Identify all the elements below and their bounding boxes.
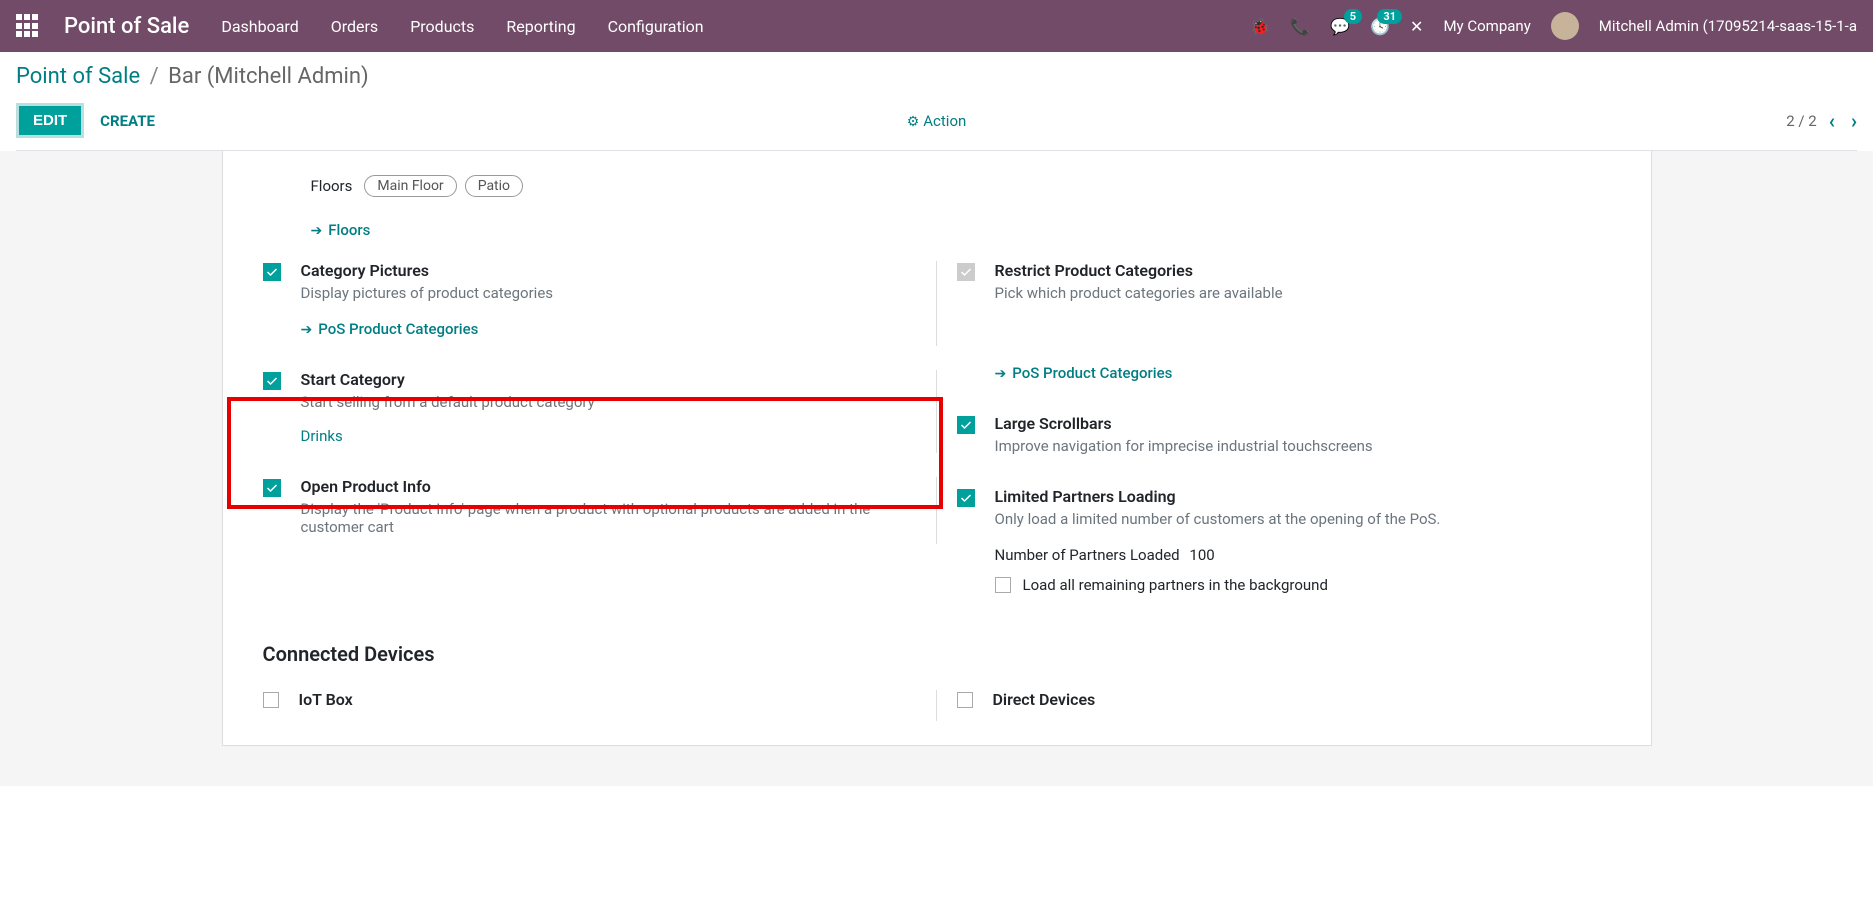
checkbox-restrict-categories [957, 263, 975, 281]
checkbox-limited-partners[interactable] [957, 489, 975, 507]
breadcrumb-current: Bar (Mitchell Admin) [168, 64, 369, 89]
setting-desc: Improve navigation for imprecise industr… [995, 437, 1611, 455]
settings-right-col: Restrict Product Categories Pick which p… [937, 249, 1611, 614]
floors-label: Floors [311, 177, 353, 195]
gear-icon [907, 112, 920, 130]
setting-limited-partners: Limited Partners Loading Only load a lim… [957, 475, 1611, 614]
breadcrumb-sep: / [150, 64, 159, 89]
nav-orders[interactable]: Orders [331, 17, 378, 36]
arrow-right-icon [311, 221, 323, 239]
floors-row: Floors Main Floor Patio [263, 175, 1611, 197]
tools-icon[interactable]: ✕ [1410, 17, 1423, 36]
messages-badge: 5 [1344, 9, 1362, 24]
floors-link[interactable]: Floors [311, 221, 371, 239]
breadcrumb-root[interactable]: Point of Sale [16, 64, 140, 89]
control-panel: Point of Sale / Bar (Mitchell Admin) EDI… [0, 52, 1873, 151]
arrow-right-icon [301, 320, 313, 338]
link-pos-categories-right[interactable]: PoS Product Categories [995, 364, 1173, 382]
app-brand[interactable]: Point of Sale [64, 14, 189, 39]
setting-title: Restrict Product Categories [995, 261, 1611, 280]
section-connected-devices: Connected Devices [263, 642, 1611, 666]
setting-desc: Pick which product categories are availa… [995, 284, 1611, 302]
apps-icon[interactable] [16, 14, 40, 38]
nav-links: Dashboard Orders Products Reporting Conf… [221, 17, 1250, 36]
action-dropdown[interactable]: Action [907, 112, 967, 130]
checkbox-large-scrollbars[interactable] [957, 416, 975, 434]
pager-next[interactable]: › [1851, 109, 1857, 133]
nav-reporting[interactable]: Reporting [506, 17, 575, 36]
main-navbar: Point of Sale Dashboard Orders Products … [0, 0, 1873, 52]
activities-badge: 31 [1377, 9, 1402, 24]
setting-title: Limited Partners Loading [995, 487, 1611, 506]
form-sheet: Floors Main Floor Patio Floors Category … [222, 151, 1652, 746]
setting-iot-box: IoT Box [263, 678, 937, 721]
nav-right: 🐞 📞 💬5 🕓31 ✕ My Company Mitchell Admin (… [1250, 12, 1857, 40]
setting-large-scrollbars: Large Scrollbars Improve navigation for … [957, 402, 1611, 475]
load-background-label: Load all remaining partners in the backg… [1023, 576, 1328, 594]
setting-category-pictures: Category Pictures Display pictures of pr… [263, 249, 937, 358]
checkbox-load-background[interactable] [995, 577, 1011, 593]
checkbox-start-category[interactable] [263, 372, 281, 390]
setting-restrict-categories: Restrict Product Categories Pick which p… [957, 249, 1611, 402]
breadcrumb: Point of Sale / Bar (Mitchell Admin) [16, 64, 1857, 89]
pager-prev[interactable]: ‹ [1829, 109, 1835, 133]
tag-main-floor[interactable]: Main Floor [364, 175, 456, 197]
phone-icon[interactable]: 📞 [1290, 17, 1310, 36]
nav-products[interactable]: Products [410, 17, 474, 36]
setting-desc: Display pictures of product categories [301, 284, 916, 302]
link-pos-categories-left[interactable]: PoS Product Categories [301, 320, 479, 338]
bug-icon[interactable]: 🐞 [1250, 17, 1270, 36]
action-label: Action [923, 112, 966, 130]
setting-title: IoT Box [299, 690, 916, 709]
checkbox-category-pictures[interactable] [263, 263, 281, 281]
highlight-annotation [227, 397, 943, 509]
activities-icon[interactable]: 🕓31 [1370, 17, 1390, 36]
nav-dashboard[interactable]: Dashboard [221, 17, 298, 36]
setting-title: Direct Devices [993, 690, 1611, 709]
pager-text[interactable]: 2 / 2 [1786, 112, 1817, 130]
tag-patio[interactable]: Patio [465, 175, 523, 197]
checkbox-direct-devices[interactable] [957, 692, 973, 708]
arrow-right-icon [995, 364, 1007, 382]
avatar[interactable] [1551, 12, 1579, 40]
edit-button[interactable]: EDIT [16, 103, 84, 138]
setting-desc: Only load a limited number of customers … [995, 510, 1611, 528]
messages-icon[interactable]: 💬5 [1330, 17, 1350, 36]
create-button[interactable]: CREATE [100, 112, 155, 130]
checkbox-iot-box[interactable] [263, 692, 279, 708]
form-bg: Floors Main Floor Patio Floors Category … [0, 151, 1873, 786]
num-partners-value: 100 [1189, 546, 1214, 564]
num-partners-label: Number of Partners Loaded [995, 546, 1180, 564]
setting-title: Category Pictures [301, 261, 916, 280]
nav-configuration[interactable]: Configuration [608, 17, 704, 36]
company-name[interactable]: My Company [1443, 17, 1530, 35]
setting-title: Large Scrollbars [995, 414, 1611, 433]
user-name[interactable]: Mitchell Admin (17095214-saas-15-1-a [1599, 17, 1857, 35]
setting-direct-devices: Direct Devices [957, 678, 1611, 721]
setting-title: Start Category [301, 370, 916, 389]
